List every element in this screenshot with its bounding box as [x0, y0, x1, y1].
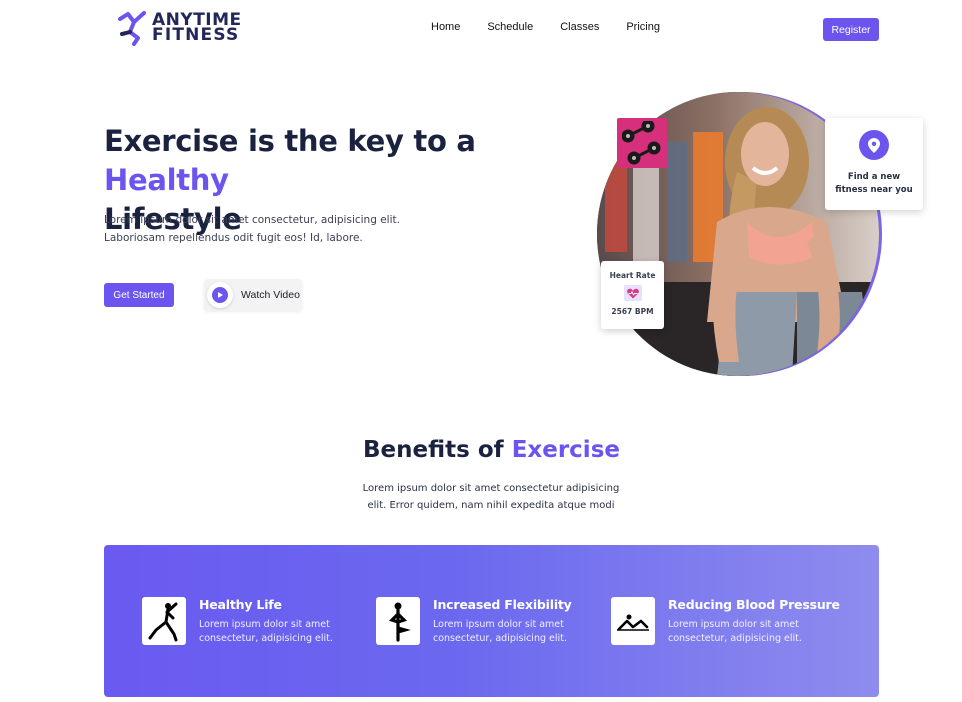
nav-classes[interactable]: Classes [560, 21, 599, 33]
register-button[interactable]: Register [823, 18, 879, 41]
watch-video-button[interactable]: Watch Video [204, 279, 302, 311]
main-nav: Home Schedule Classes Pricing [431, 21, 687, 33]
benefits-description: Lorem ipsum dolor sit amet consectetur a… [362, 483, 620, 511]
find-fitness-card[interactable]: Find a new fitness near you [825, 118, 923, 210]
runner-logo-icon [118, 11, 146, 46]
benefit-title: Increased Flexibility [433, 597, 572, 612]
logo[interactable]: ANYTIME FITNESS [116, 10, 242, 46]
watch-video-label: Watch Video [241, 289, 300, 301]
benefit-item-blood-pressure: Reducing Blood Pressure Lorem ipsum dolo… [611, 597, 840, 646]
heart-rate-value: 2567 BPM [611, 307, 654, 316]
floor-stretch-icon [611, 597, 655, 645]
dumbbell-card [617, 118, 667, 168]
site-header: ANYTIME FITNESS Home Schedule Classes Pr… [0, 0, 962, 60]
heart-rate-card: Heart Rate 2567 BPM [601, 261, 664, 329]
benefit-title: Reducing Blood Pressure [668, 597, 840, 612]
heart-pulse-icon [626, 288, 639, 298]
nav-home[interactable]: Home [431, 21, 460, 33]
hero-description: Lorem ipsum dolor sit amet consectetur, … [104, 214, 400, 244]
find-fitness-text: Find a new fitness near you [835, 172, 913, 195]
benefit-item-healthy-life: Healthy Life Lorem ipsum dolor sit amet … [142, 597, 333, 646]
yoga-pose-icon [142, 597, 186, 645]
benefit-description: Lorem ipsum dolor sit amet consectetur, … [668, 619, 802, 644]
play-icon [218, 292, 223, 298]
logo-text: ANYTIME FITNESS [152, 10, 242, 45]
get-started-button[interactable]: Get Started [104, 283, 174, 307]
dumbbell-icon [622, 121, 661, 165]
tree-pose-icon [376, 597, 420, 645]
nav-schedule[interactable]: Schedule [487, 21, 533, 33]
benefit-item-flexibility: Increased Flexibility Lorem ipsum dolor … [376, 597, 572, 646]
play-button[interactable] [207, 282, 233, 308]
heart-rate-title: Heart Rate [609, 271, 656, 280]
location-pin-circle [859, 130, 889, 160]
location-pin-icon [868, 137, 880, 153]
benefits-panel: Healthy Life Lorem ipsum dolor sit amet … [104, 545, 879, 697]
benefit-title: Healthy Life [199, 597, 282, 612]
benefit-description: Lorem ipsum dolor sit amet consectetur, … [433, 619, 567, 644]
nav-pricing[interactable]: Pricing [626, 21, 660, 33]
benefit-description: Lorem ipsum dolor sit amet consectetur, … [199, 619, 333, 644]
benefits-title: Benefits of Exercise [363, 437, 620, 463]
heart-rate-icon-box [623, 285, 642, 301]
